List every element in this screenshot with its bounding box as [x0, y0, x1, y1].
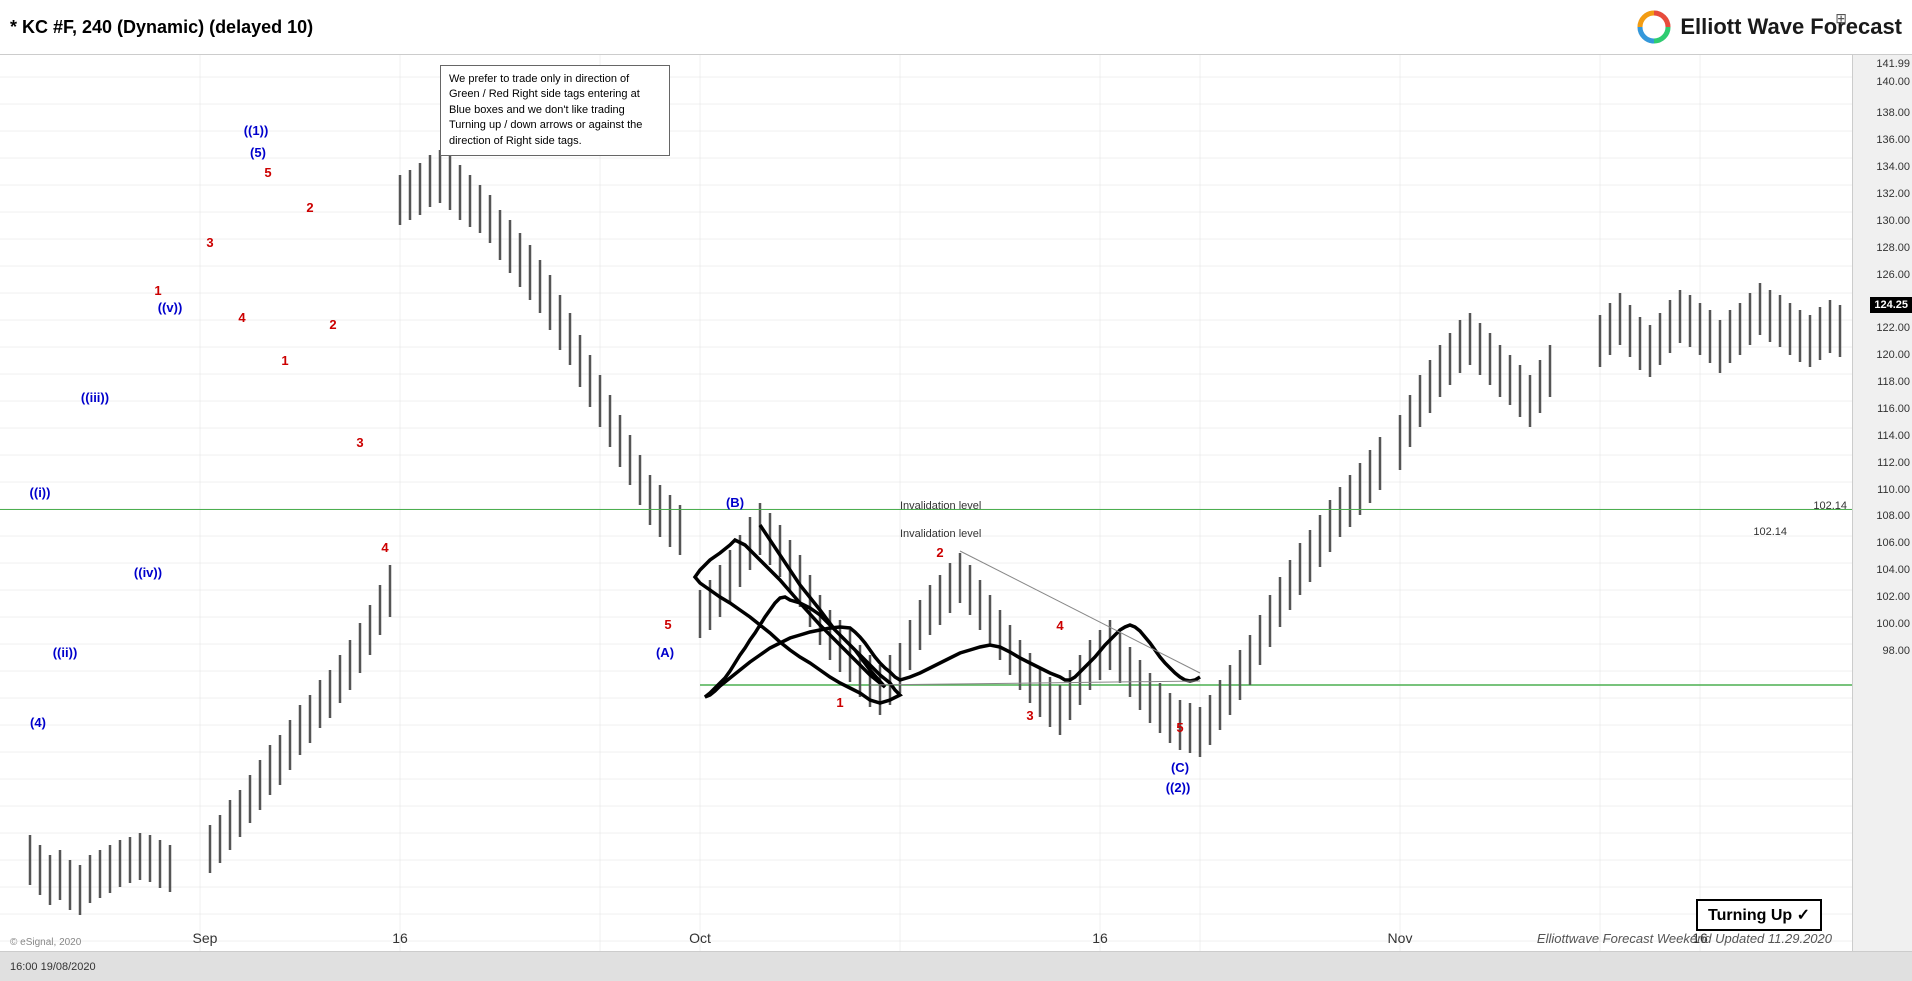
wave-label-ii: ((ii)): [53, 645, 78, 660]
wave-label-3-red-a: 3: [206, 235, 213, 250]
price-104: 104.00: [1876, 564, 1910, 576]
svg-text:16: 16: [392, 930, 408, 946]
brand-name: Elliott Wave Forecast: [1680, 14, 1902, 40]
svg-text:Sep: Sep: [193, 930, 218, 946]
expand-icon[interactable]: ⊞: [1835, 10, 1847, 27]
wave-label-4-red-b: 4: [381, 540, 388, 555]
datetime-label: 16:00 19/08/2020: [10, 961, 96, 973]
wave-label-4-bottom: (4): [30, 715, 46, 730]
price-134: 134.00: [1876, 161, 1910, 173]
wave-label-3-red-c: 3: [1026, 708, 1033, 723]
wave-label-2-red-wave: 2: [936, 545, 943, 560]
annotation-box: We prefer to trade only in direction of …: [440, 65, 670, 156]
price-100: 100.00: [1876, 618, 1910, 630]
wave-label-2-red-c: 2: [329, 317, 336, 332]
wave-label-1-paren-top: ((1)): [244, 123, 269, 138]
wave-label-v: ((v)): [158, 300, 183, 315]
price-128: 128.00: [1876, 242, 1910, 254]
wave-label-A: (A): [656, 645, 674, 660]
price-106: 106.00: [1876, 537, 1910, 549]
wave-label-2-double-paren: ((2)): [1166, 780, 1191, 795]
invalidation-label: Invalidation level: [900, 528, 981, 540]
wave-label-4-red-c: 4: [1056, 618, 1063, 633]
wave-label-i: ((i)): [30, 485, 51, 500]
price-138: 138.00: [1876, 107, 1910, 119]
annotation-text: We prefer to trade only in direction of …: [449, 73, 642, 147]
chart-title: * KC #F, 240 (Dynamic) (delayed 10): [10, 17, 313, 38]
wave-label-B: (B): [726, 495, 744, 510]
price-116: 116.00: [1877, 403, 1910, 415]
chart-container: * KC #F, 240 (Dynamic) (delayed 10) Elli…: [0, 0, 1912, 981]
wave-label-4-red-a: 4: [238, 310, 245, 325]
turning-up-badge: Turning Up ✓: [1696, 899, 1822, 931]
wave-label-iv: ((iv)): [134, 565, 162, 580]
price-140: 140.00: [1876, 76, 1910, 88]
invalidation-value: 102.14: [1753, 526, 1787, 538]
price-102: 102.00: [1876, 591, 1910, 603]
invalidation-price: 102.14: [1813, 500, 1847, 512]
price-108: 108.00: [1876, 510, 1910, 522]
wave-label-1-red-c: 1: [836, 695, 843, 710]
price-120: 120.00: [1876, 349, 1910, 361]
wave-label-3-red-b: 3: [356, 435, 363, 450]
price-114: 114.00: [1877, 430, 1910, 442]
price-98: 98.00: [1882, 645, 1910, 657]
price-axis: 141.99 140.00 138.00 136.00 134.00 132.0…: [1852, 55, 1912, 951]
svg-text:Oct: Oct: [689, 930, 711, 946]
wave-label-1-red-b: 1: [281, 353, 288, 368]
current-price-badge: 124.25: [1870, 297, 1912, 313]
price-130: 130.00: [1876, 215, 1910, 227]
footer-text: Elliottwave Forecast Weekend Updated 11.…: [1537, 931, 1832, 946]
wave-label-5-paren: (5): [250, 145, 266, 160]
wave-label-1-red-a: 1: [154, 283, 161, 298]
bottom-bar: 16:00 19/08/2020: [0, 951, 1912, 981]
svg-text:Nov: Nov: [1388, 930, 1413, 946]
wave-label-5-red-c: 5: [1176, 720, 1183, 735]
price-118: 118.00: [1877, 376, 1910, 388]
invalidation-text: Invalidation level: [900, 500, 981, 512]
price-110: 110.00: [1877, 484, 1910, 496]
wave-label-2-red-top: 2: [306, 200, 313, 215]
price-136: 136.00: [1876, 134, 1910, 146]
brand-area: Elliott Wave Forecast: [1636, 9, 1902, 45]
brand-logo-icon: [1636, 9, 1672, 45]
price-141: 141.99: [1876, 58, 1910, 70]
price-112: 112.00: [1877, 457, 1910, 469]
price-126: 126.00: [1876, 269, 1910, 281]
svg-text:16: 16: [1092, 930, 1108, 946]
upper-trendline: [960, 551, 1200, 673]
wave-label-5-red-peak: 5: [264, 165, 271, 180]
price-132: 132.00: [1876, 188, 1910, 200]
wave-label-C: (C): [1171, 760, 1189, 775]
price-122: 122.00: [1876, 322, 1910, 334]
wave-label-5-red-a: 5: [664, 617, 671, 632]
esignal-watermark: © eSignal, 2020: [10, 937, 81, 948]
chart-header: * KC #F, 240 (Dynamic) (delayed 10) Elli…: [0, 0, 1912, 55]
wave-label-iii: ((iii)): [81, 390, 109, 405]
